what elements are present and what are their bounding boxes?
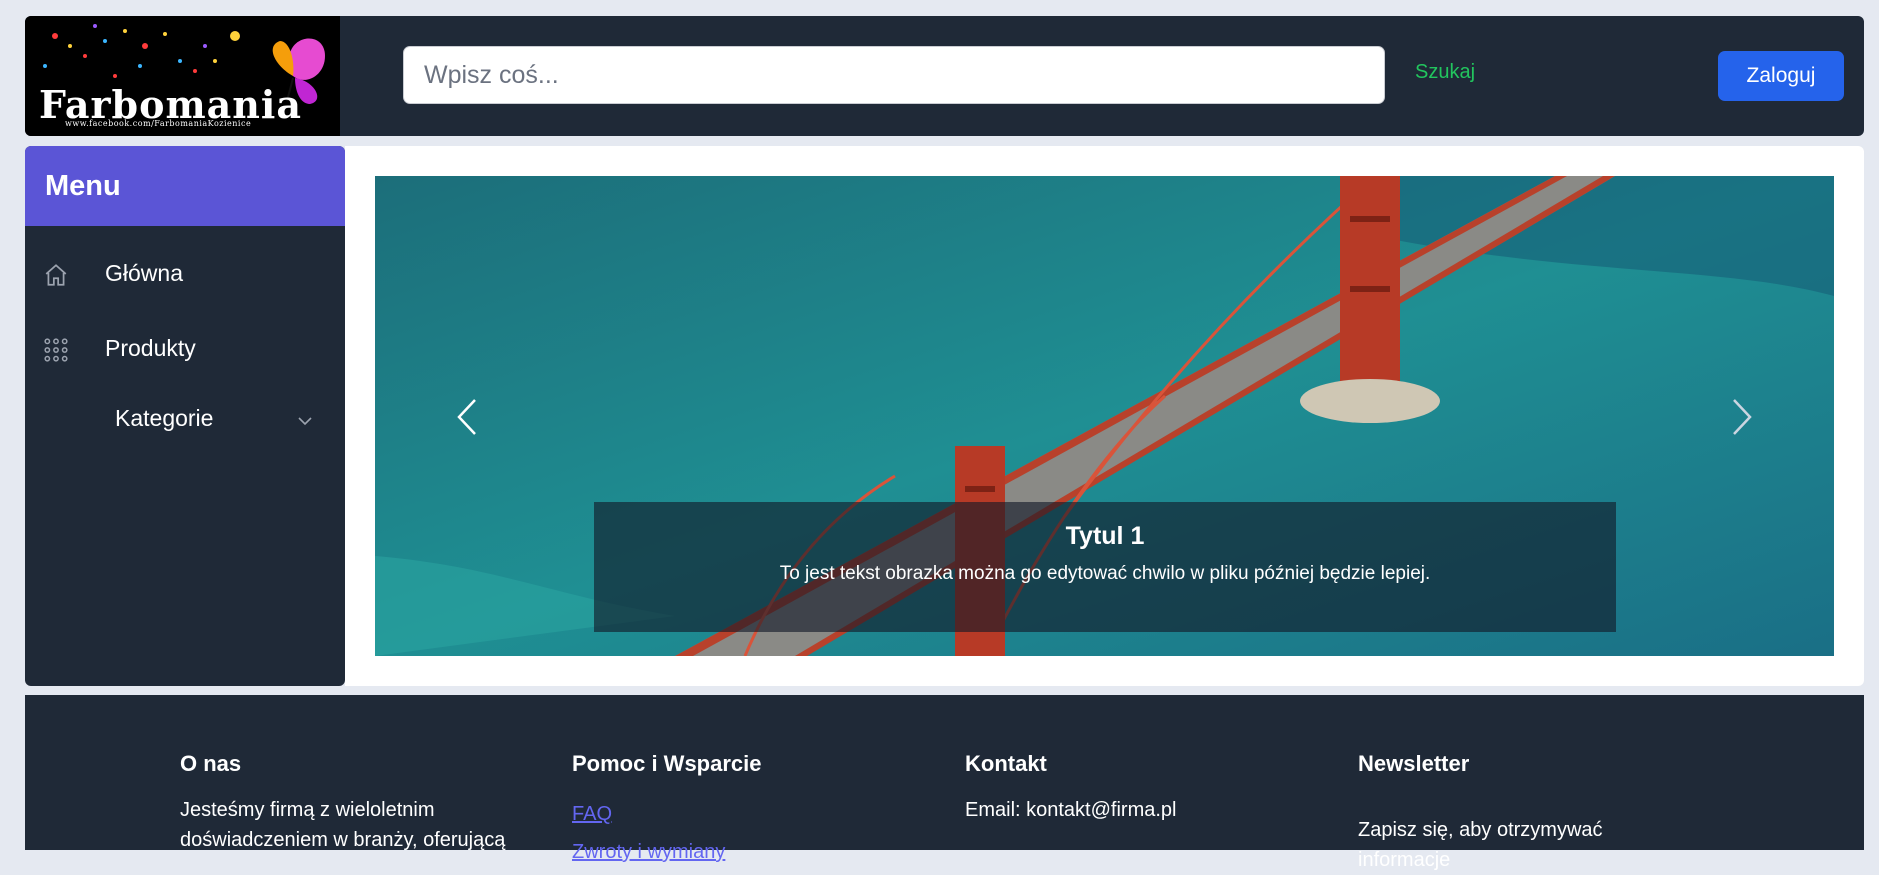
footer-heading: Pomoc i Wsparcie [572,751,762,776]
footer-about-line: doświadczeniem w branży, oferującą [180,829,506,851]
chevron-left-icon [455,399,479,440]
search-input[interactable] [403,46,1385,104]
footer-about-line: Jesteśmy firmą z wieloletnim [180,799,435,821]
chevron-down-icon [297,413,313,431]
slide-description: To jest tekst obrazka można go edytować … [779,563,1431,584]
sidebar-item-label: Główna [105,260,183,286]
sidebar-item-label: Kategorie [115,405,214,431]
sidebar: Menu Główna Produkty Kategorie [25,146,345,686]
site-logo[interactable]: Farbomania www.facebook.com/FarbomaniaKo… [25,16,340,136]
contact-email: Email: kontakt@firma.pl [965,799,1177,821]
search-link[interactable]: Szukaj [1415,61,1475,84]
site-footer: O nas Jesteśmy firmą z wieloletnim doświ… [25,695,1864,871]
grid-icon [43,337,69,368]
main-content: Tytul 1 To jest tekst obrazka można go e… [345,146,1864,686]
sidebar-item-categories[interactable]: Kategorie [25,391,345,447]
returns-link[interactable]: Zwroty i wymiany [572,833,902,871]
top-header: Farbomania www.facebook.com/FarbomaniaKo… [25,16,1864,136]
sidebar-title: Menu [25,146,345,226]
footer-contact: Kontakt Email: kontakt@firma.pl [965,751,1295,825]
sidebar-item-label: Produkty [105,335,196,361]
newsletter-text: Zapisz się, aby otrzymywać informacje [1358,819,1603,871]
home-icon [43,262,69,293]
sidebar-item-products[interactable]: Produkty [25,321,345,377]
footer-about-text: Jesteśmy firmą z wieloletnim doświadczen… [180,795,510,855]
carousel-caption: Tytul 1 To jest tekst obrazka można go e… [594,502,1616,632]
carousel-next-button[interactable] [1730,398,1754,441]
sidebar-item-home[interactable]: Główna [25,246,345,302]
footer-help: Pomoc i Wsparcie FAQ Zwroty i wymiany [572,751,902,871]
footer-about: O nas Jesteśmy firmą z wieloletnim doświ… [180,751,510,855]
footer-heading: Kontakt [965,751,1047,776]
chevron-right-icon [1730,399,1754,440]
footer-heading: Newsletter [1358,751,1470,776]
slide-title: Tytul 1 [1065,522,1145,550]
image-carousel: Tytul 1 To jest tekst obrazka można go e… [375,176,1834,656]
faq-link[interactable]: FAQ [572,795,902,833]
logo-subtext: www.facebook.com/FarbomaniaKozienice [65,119,252,128]
footer-heading: O nas [180,751,242,776]
carousel-prev-button[interactable] [455,398,479,441]
login-button[interactable]: Zaloguj [1718,51,1844,101]
footer-newsletter: Newsletter Zapisz się, aby otrzymywać in… [1358,751,1688,875]
